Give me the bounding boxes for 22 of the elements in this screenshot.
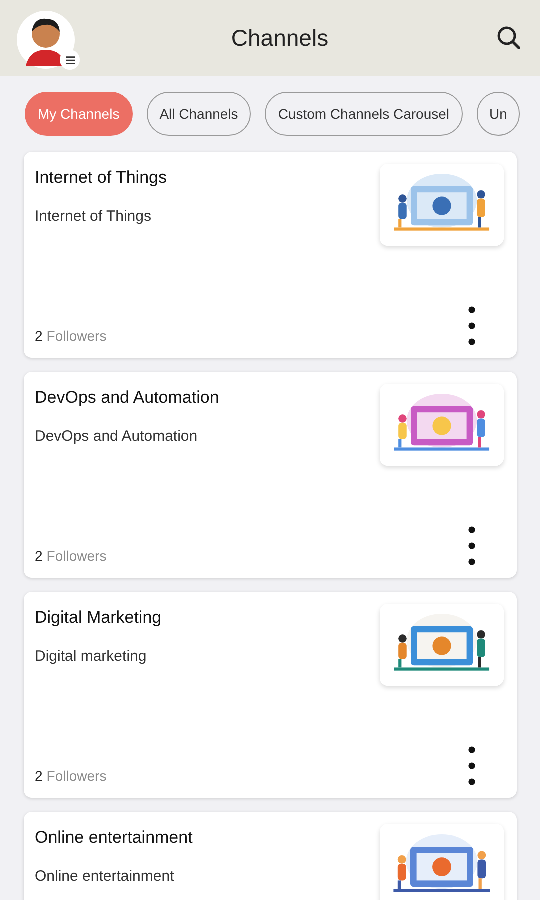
channel-title: Internet of Things xyxy=(35,168,168,188)
follower-count: 2 xyxy=(35,548,43,564)
channel-card[interactable]: Internet of Things Internet of Things 2 Followers xyxy=(24,152,517,358)
channel-description: DevOps and Automation xyxy=(35,428,199,445)
followers-label: Followers xyxy=(46,328,107,344)
channel-title: Digital Marketing xyxy=(35,608,163,628)
followers-label: Followers xyxy=(46,768,107,784)
channel-card[interactable]: DevOps and Automation DevOps and Automation 2 Followers xyxy=(24,372,517,578)
channel-description: Digital marketing xyxy=(35,648,148,665)
filter-chip[interactable]: All Channels xyxy=(146,92,252,136)
followers-label: Followers xyxy=(46,548,107,564)
follower-count: 2 xyxy=(35,328,43,344)
channel-title: Online entertainment xyxy=(35,828,194,848)
channel-card[interactable]: Digital Marketing Digital marketing 2 Followers xyxy=(24,592,517,798)
channel-title: DevOps and Automation xyxy=(35,388,220,408)
channel-description: Internet of Things xyxy=(35,208,152,225)
follower-count: 2 xyxy=(35,768,43,784)
page-title: Channels xyxy=(230,24,330,52)
channel-card[interactable]: Online entertainment Online entertainment xyxy=(24,812,517,900)
channel-description: Online entertainment xyxy=(35,868,176,885)
filter-chip[interactable]: Un xyxy=(476,92,520,136)
filter-chip[interactable]: Custom Channels Carousel xyxy=(265,92,463,136)
